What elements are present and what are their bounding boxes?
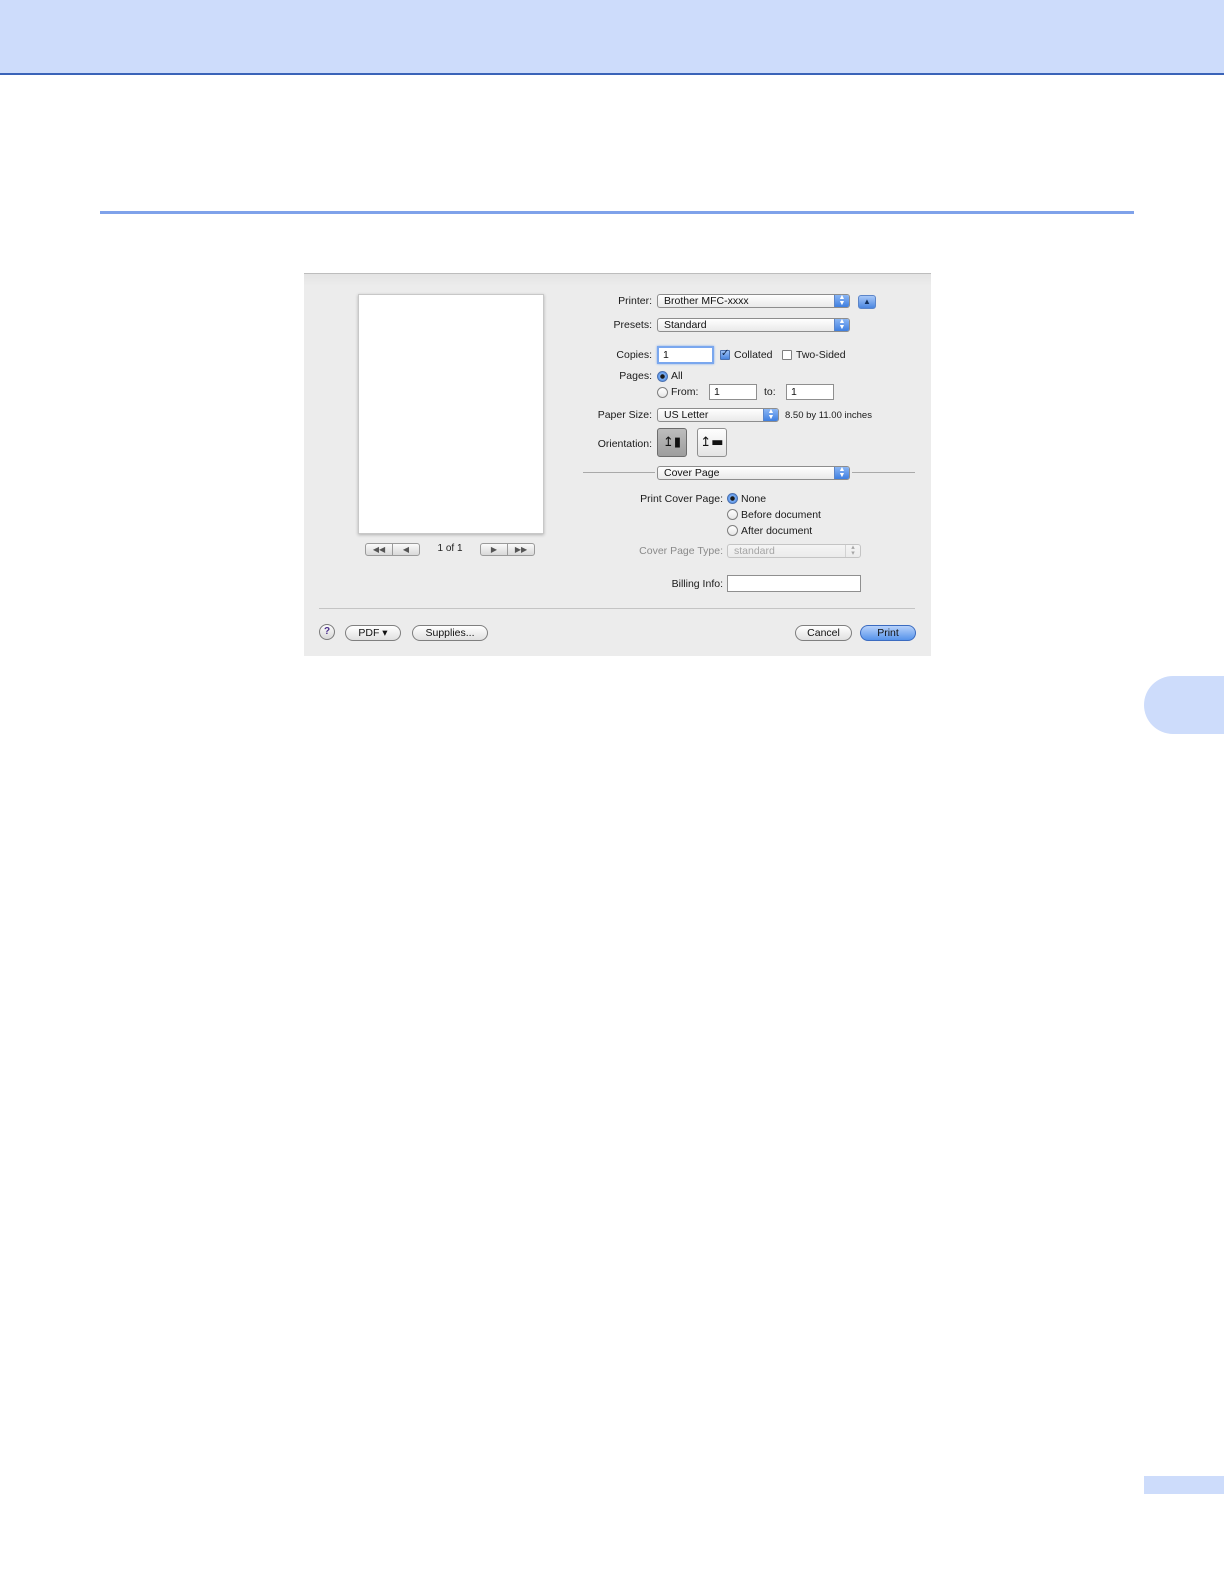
collated-label: Collated [734,349,773,361]
updown-arrows-icon: ▲ ▼ [834,294,849,307]
previous-page-button[interactable]: ◀ [393,544,419,555]
panel-divider-left [583,472,655,473]
copies-input[interactable]: 1 [657,346,714,364]
pdf-button[interactable]: PDF ▾ [345,625,401,641]
last-page-button[interactable]: ▶▶ [508,544,534,555]
help-button[interactable]: ? [319,624,335,640]
orientation-portrait-button[interactable]: ↥▮ [657,428,687,457]
paper-size-value: US Letter [664,409,709,421]
updown-arrows-icon: ▲ ▼ [834,466,849,479]
disclosure-triangle-button[interactable]: ▲ [858,295,876,309]
presets-select[interactable]: Standard ▲ ▼ [657,318,850,332]
footer-divider [319,608,915,609]
paper-size-label: Paper Size: [597,409,652,421]
updown-arrows-icon: ▴ ▾ [845,544,860,557]
cover-none-radio[interactable] [727,493,738,504]
pages-all-radio[interactable] [657,371,668,382]
orientation-label: Orientation: [597,438,652,450]
billing-info-input[interactable] [727,575,861,592]
orientation-landscape-button[interactable]: ↥▬ [697,428,727,457]
collated-checkbox[interactable] [720,348,730,360]
paper-size-select[interactable]: US Letter ▲ ▼ [657,408,779,422]
cover-after-label: After document [741,525,813,537]
cover-page-type-select[interactable]: standard ▴ ▾ [727,544,861,558]
cover-page-type-label: Cover Page Type: [639,545,723,557]
updown-arrows-icon: ▲ ▼ [763,408,778,421]
pages-to-value: 1 [791,386,797,398]
presets-label: Presets: [613,319,652,331]
chapter-side-tab [1144,676,1224,734]
landscape-orientation-icon: ↥▬ [700,435,724,450]
print-button[interactable]: Print [860,625,916,641]
panel-select[interactable]: Cover Page ▲ ▼ [657,466,850,480]
print-dialog: ◀◀ ◀ 1 of 1 ▶ ▶▶ Printer: Brother MFC-xx… [304,273,931,656]
page-number-box [1144,1476,1224,1494]
cover-page-type-value: standard [734,545,775,557]
pages-from-value: 1 [714,386,720,398]
copies-value: 1 [663,349,669,361]
cancel-button[interactable]: Cancel [795,625,852,641]
pages-from-radio[interactable] [657,387,668,398]
cover-before-label: Before document [741,509,821,521]
presets-value: Standard [664,319,707,331]
pages-all-label: All [671,370,683,382]
printer-value: Brother MFC-xxxx [664,295,749,307]
paper-dimensions: 8.50 by 11.00 inches [785,410,872,421]
cover-before-radio[interactable] [727,509,738,520]
updown-arrows-icon: ▲ ▼ [834,318,849,331]
print-cover-page-label: Print Cover Page: [640,493,723,505]
two-sided-label: Two-Sided [796,349,846,361]
pages-from-label: From: [671,386,699,398]
printer-label: Printer: [618,295,652,307]
panel-select-value: Cover Page [664,467,720,479]
copies-label: Copies: [616,349,652,361]
cover-none-label: None [741,493,767,505]
portrait-orientation-icon: ↥▮ [662,435,682,450]
next-page-button[interactable]: ▶ [481,544,508,555]
page-header-band [0,0,1224,75]
pages-to-input[interactable]: 1 [786,384,834,400]
help-icon: ? [323,626,331,637]
panel-divider-right [852,472,915,473]
preview-nav-forward: ▶ ▶▶ [480,543,535,556]
printer-select[interactable]: Brother MFC-xxxx ▲ ▼ [657,294,850,308]
supplies-button[interactable]: Supplies... [412,625,488,641]
pages-from-input[interactable]: 1 [709,384,757,400]
page-preview [358,294,544,534]
two-sided-checkbox[interactable] [782,350,792,360]
section-rule [100,211,1134,214]
cover-after-radio[interactable] [727,525,738,536]
billing-info-label: Billing Info: [671,578,723,590]
page-count: 1 of 1 [437,543,463,554]
pages-to-label: to: [764,386,776,398]
pages-label: Pages: [619,370,652,382]
preview-nav-back: ◀◀ ◀ [365,543,420,556]
first-page-button[interactable]: ◀◀ [366,544,393,555]
